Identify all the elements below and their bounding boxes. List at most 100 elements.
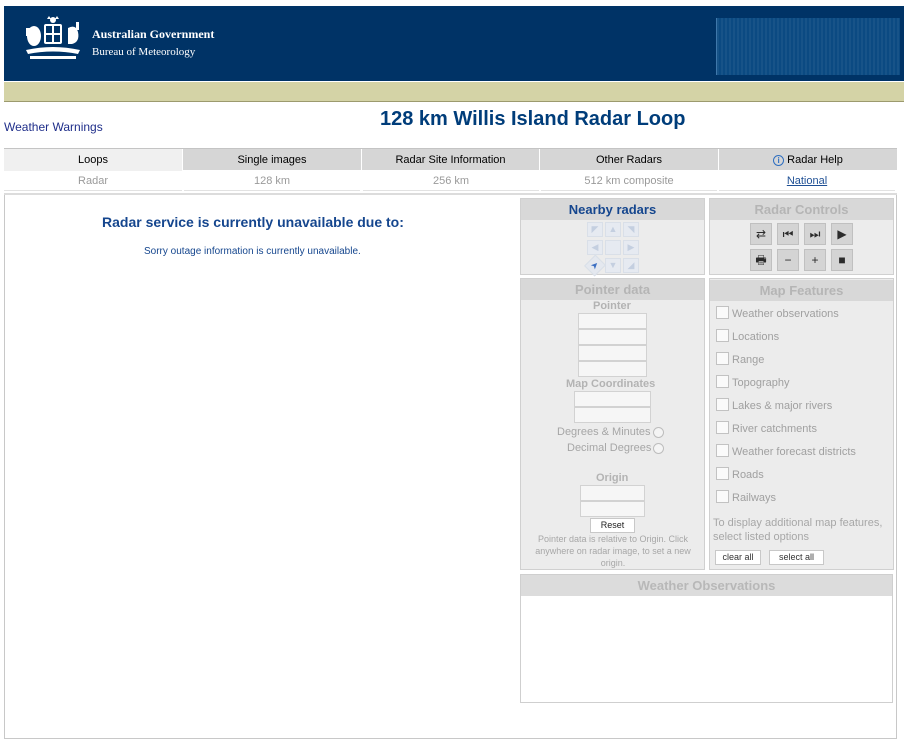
tab-radar-help-label: Radar Help: [787, 154, 843, 166]
west-arrow-icon[interactable]: ◀: [587, 240, 603, 255]
map-feature-item[interactable]: Topography: [716, 375, 790, 391]
north-arrow-icon[interactable]: ▲: [605, 222, 621, 237]
toggle-direction-icon: ⇄: [755, 227, 767, 241]
stop-icon: ■: [838, 253, 846, 267]
first-frame-button[interactable]: ⏮: [777, 223, 799, 245]
subtab-512km-composite[interactable]: 512 km composite: [541, 171, 717, 191]
subtab-128km-label: 128 km: [253, 175, 291, 187]
product-subtabs: Radar 128 km 256 km 512 km composite Nat…: [4, 171, 897, 191]
tab-radar-site-information-label: Radar Site Information: [395, 154, 506, 166]
print-button[interactable]: 🖶: [750, 249, 772, 271]
map-feature-item[interactable]: Lakes & major rivers: [716, 398, 832, 414]
subtab-radar[interactable]: Radar: [4, 171, 182, 191]
agency-line-government: Australian Government: [92, 27, 215, 41]
map-feature-checkbox[interactable]: [716, 375, 729, 388]
center-icon[interactable]: [605, 240, 621, 255]
next-frame-button[interactable]: ⏭: [804, 223, 826, 245]
agency-line-bureau: Bureau of Meteorology: [92, 46, 196, 58]
map-features-title: Map Features: [710, 280, 893, 301]
map-feature-checkbox[interactable]: [716, 398, 729, 411]
tab-bar: Loops Single images Radar Site Informati…: [4, 148, 897, 171]
reset-origin-button[interactable]: Reset: [590, 518, 635, 533]
subtab-256km-label: 256 km: [432, 175, 470, 187]
weather-observations-panel: Weather Observations: [520, 574, 893, 703]
decimal-degrees-label: Decimal Degrees: [567, 442, 652, 454]
tab-single-images[interactable]: Single images: [182, 149, 361, 171]
subtab-national[interactable]: National: [719, 171, 895, 191]
service-unavailable-title: Radar service is currently unavailable d…: [102, 214, 404, 230]
northwest-arrow-icon[interactable]: ◤: [587, 222, 603, 237]
longitude-field: [574, 407, 651, 423]
pointer-field-2: [578, 329, 647, 345]
map-features-help: To display additional map features, sele…: [713, 517, 883, 543]
map-feature-item[interactable]: Roads: [716, 467, 764, 483]
page-title: 128 km Willis Island Radar Loop: [380, 108, 686, 130]
map-feature-checkbox[interactable]: [716, 352, 729, 365]
subtab-radar-label: Radar: [78, 175, 108, 187]
map-feature-checkbox[interactable]: [716, 444, 729, 457]
map-feature-item[interactable]: Weather observations: [716, 306, 839, 322]
tab-other-radars[interactable]: Other Radars: [539, 149, 718, 171]
slower-button[interactable]: −: [777, 249, 799, 271]
pointer-field-4: [578, 361, 647, 377]
degrees-minutes-radio[interactable]: [653, 427, 664, 438]
latitude-field: [574, 391, 651, 407]
tab-radar-help[interactable]: i Radar Help: [718, 149, 897, 171]
map-feature-item[interactable]: Weather forecast districts: [716, 444, 856, 460]
nav-band-border: [4, 101, 904, 102]
map-feature-label: Railways: [732, 492, 777, 504]
east-arrow-icon[interactable]: ▶: [623, 240, 639, 255]
map-feature-item[interactable]: Railways: [716, 490, 776, 506]
decimal-degrees-radio[interactable]: [653, 443, 664, 454]
map-feature-label: Lakes & major rivers: [732, 400, 833, 412]
faster-button[interactable]: +: [804, 249, 826, 271]
map-feature-checkbox[interactable]: [716, 467, 729, 480]
map-coordinates-label: Map Coordinates: [566, 378, 656, 390]
nearby-radars-title: Nearby radars: [521, 199, 704, 220]
header-banner-image: [716, 18, 900, 75]
pointer-field-1: [578, 313, 647, 329]
nav-band: [4, 81, 904, 101]
map-feature-item[interactable]: Range: [716, 352, 764, 368]
weather-warnings-link[interactable]: Weather Warnings: [4, 120, 103, 134]
national-link[interactable]: National: [787, 175, 827, 187]
map-feature-item[interactable]: River catchments: [716, 421, 817, 437]
map-feature-label: Topography: [732, 377, 790, 389]
southeast-arrow-icon[interactable]: ◢: [623, 258, 639, 273]
slower-icon: −: [784, 253, 792, 267]
tab-loops-label: Loops: [78, 154, 108, 166]
origin-field-2: [580, 501, 645, 517]
south-arrow-icon[interactable]: ▼: [605, 258, 621, 273]
tab-loops[interactable]: Loops: [4, 149, 182, 171]
coat-of-arms-logo[interactable]: [20, 14, 86, 62]
faster-icon: +: [811, 253, 819, 267]
subtab-128km[interactable]: 128 km: [184, 171, 360, 191]
print-icon: 🖶: [755, 253, 767, 267]
play-icon: ▶: [837, 227, 847, 241]
select-all-button[interactable]: select all: [769, 550, 824, 565]
map-feature-label: Weather forecast districts: [732, 446, 856, 458]
pointer-data-note: Pointer data is relative to Origin. Clic…: [535, 534, 691, 568]
northeast-arrow-icon[interactable]: ◥: [623, 222, 639, 237]
map-feature-checkbox[interactable]: [716, 329, 729, 342]
clear-all-button[interactable]: clear all: [715, 550, 761, 565]
toggle-direction-button[interactable]: ⇄: [750, 223, 772, 245]
outage-message: Sorry outage information is currently un…: [144, 246, 361, 257]
degrees-minutes-label: Degrees & Minutes: [557, 426, 651, 438]
map-feature-item[interactable]: Locations: [716, 329, 779, 345]
subtab-512km-composite-label: 512 km composite: [584, 175, 674, 187]
pointer-label: Pointer: [593, 300, 631, 312]
stop-button[interactable]: ■: [831, 249, 853, 271]
map-feature-checkbox[interactable]: [716, 306, 729, 319]
agency-name[interactable]: Australian Government Bureau of Meteorol…: [92, 27, 214, 59]
map-feature-label: Weather observations: [732, 308, 839, 320]
pointer-data-title: Pointer data: [521, 279, 704, 300]
tab-radar-site-information[interactable]: Radar Site Information: [361, 149, 539, 171]
map-feature-checkbox[interactable]: [716, 490, 729, 503]
subtab-256km[interactable]: 256 km: [363, 171, 539, 191]
tab-other-radars-label: Other Radars: [595, 154, 663, 166]
tab-single-images-label: Single images: [237, 154, 307, 166]
first-frame-icon: ⏮: [782, 227, 794, 241]
play-button[interactable]: ▶: [831, 223, 853, 245]
map-feature-checkbox[interactable]: [716, 421, 729, 434]
